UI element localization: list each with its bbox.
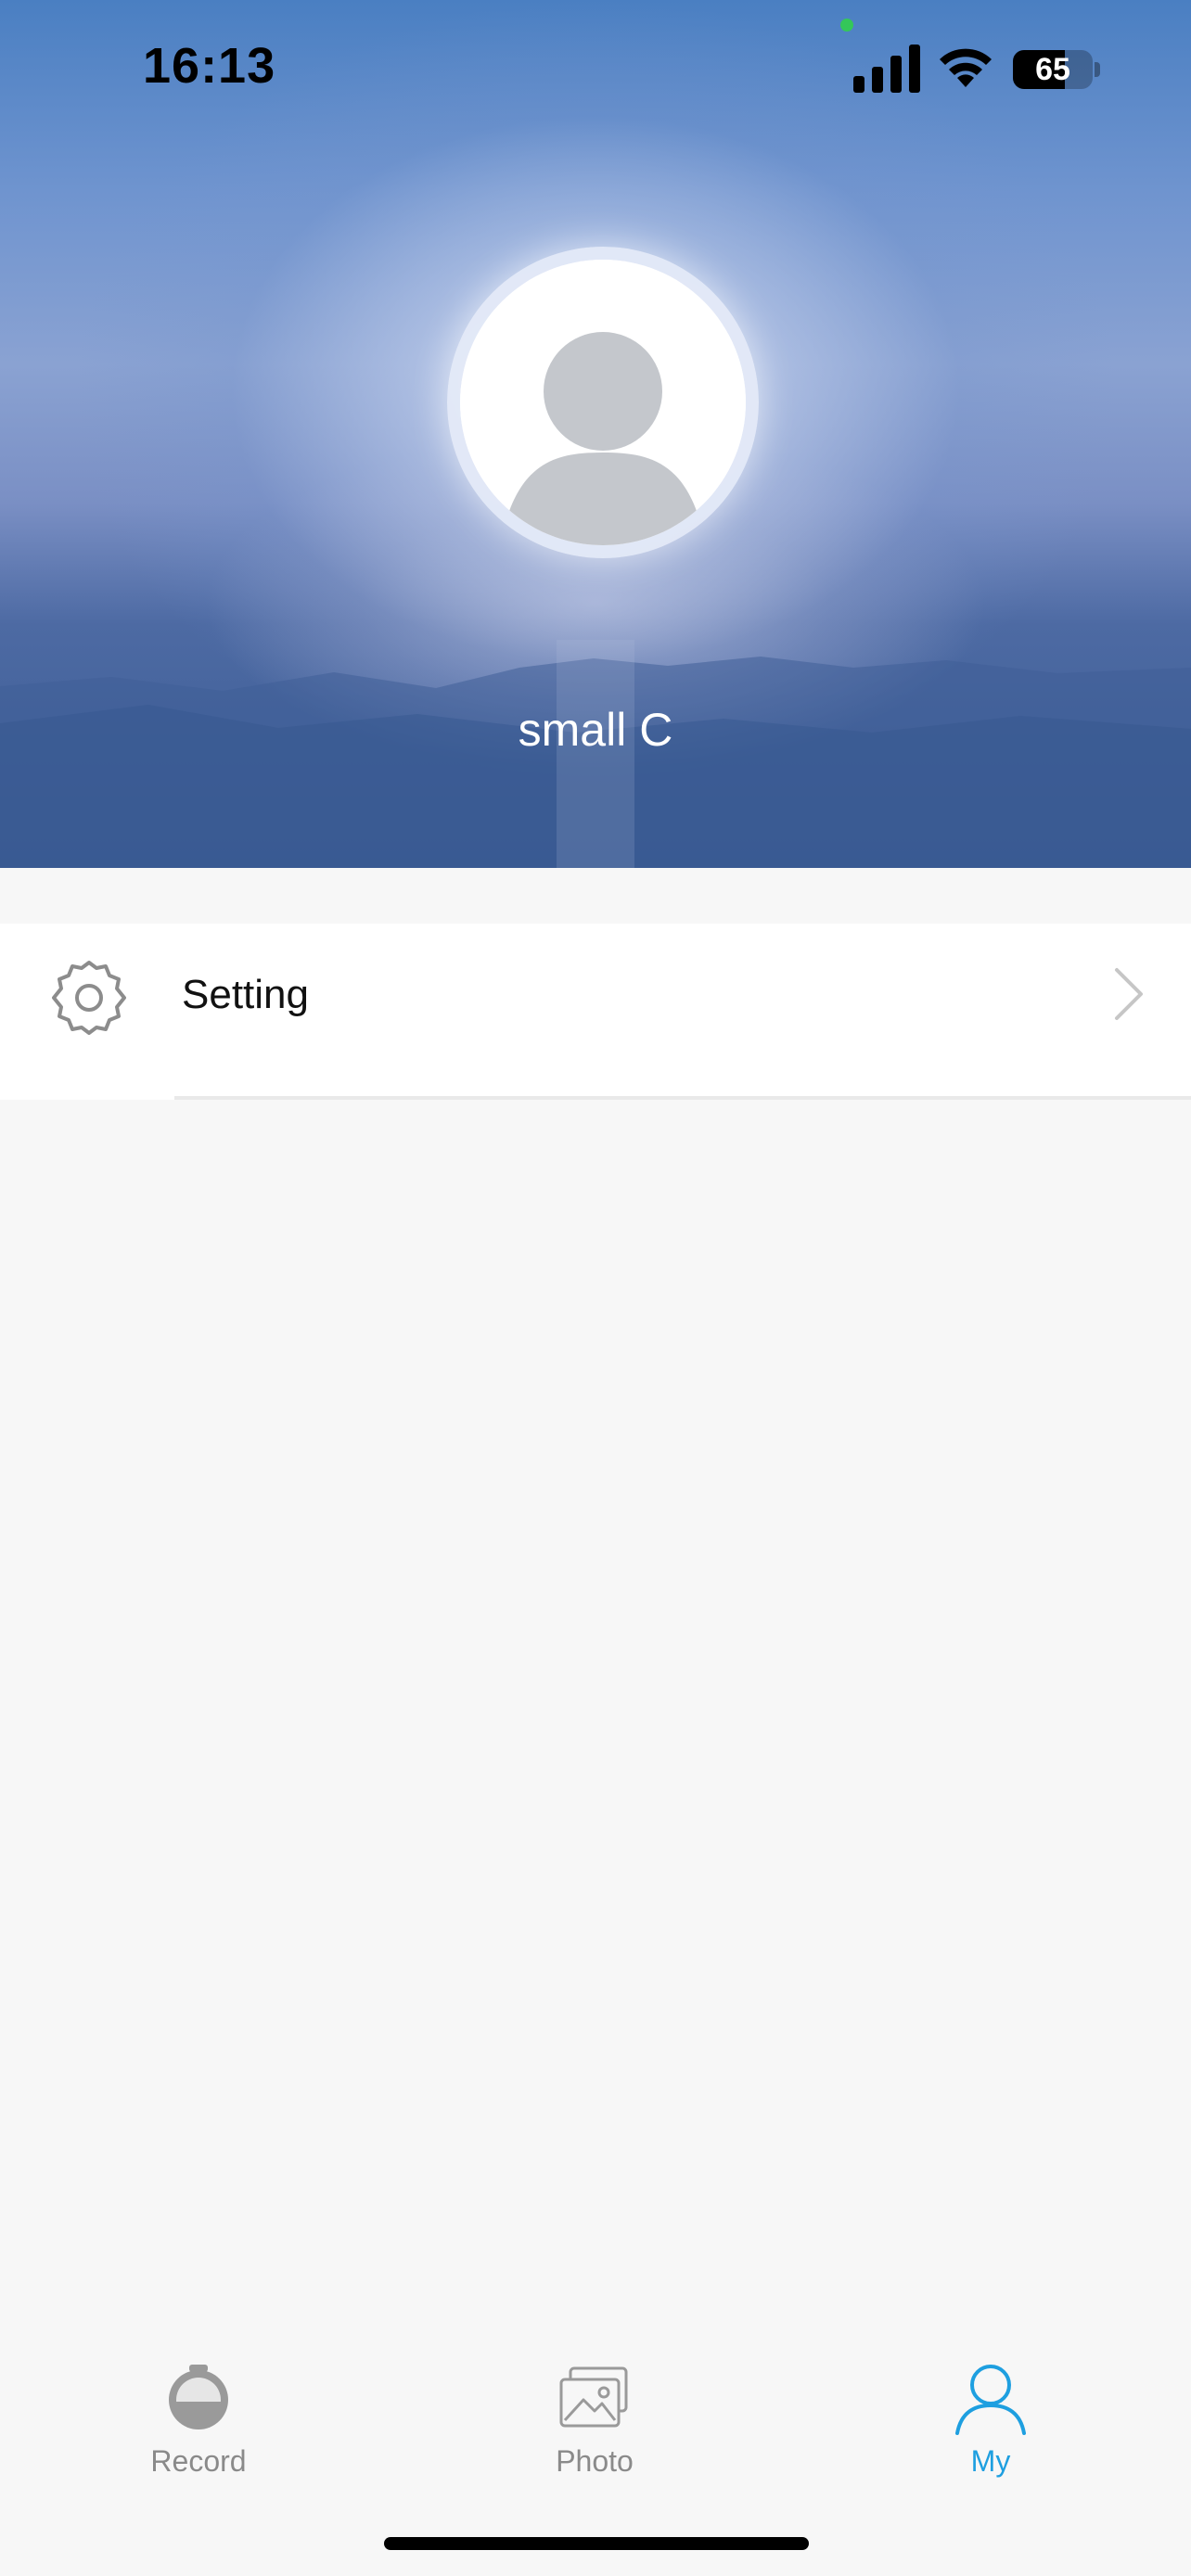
battery-level-text: 65	[1035, 51, 1070, 87]
avatar[interactable]	[460, 260, 746, 545]
record-icon	[169, 2365, 228, 2429]
profile-header-banner: 16:13 65 small C	[0, 0, 1191, 868]
profile-screen: 16:13 65 small C Setting Record Photo My	[0, 0, 1191, 2576]
status-time: 16:13	[143, 38, 276, 94]
cellular-signal-icon	[853, 45, 920, 93]
tab-my[interactable]: My	[879, 2318, 1102, 2485]
privacy-indicator-dot	[840, 19, 853, 32]
gear-icon	[52, 961, 126, 1035]
tab-photo[interactable]: Photo	[483, 2318, 706, 2485]
tab-photo-label: Photo	[556, 2444, 634, 2478]
photo-icon	[559, 2366, 628, 2428]
person-icon	[955, 2365, 1026, 2435]
default-user-avatar-icon	[460, 260, 746, 545]
wifi-icon	[940, 48, 992, 87]
chevron-right-icon	[1115, 968, 1143, 1020]
battery-cap	[1095, 62, 1100, 77]
menu-item-setting-label: Setting	[182, 972, 309, 1017]
bottom-tab-bar: Record Photo My	[0, 2318, 1191, 2504]
menu-item-setting[interactable]: Setting	[0, 924, 1191, 1100]
username: small C	[518, 704, 673, 756]
tab-record[interactable]: Record	[87, 2318, 310, 2485]
battery-indicator: 65	[1013, 50, 1093, 89]
row-divider	[174, 1096, 1191, 1100]
home-indicator[interactable]	[384, 2537, 809, 2550]
tab-my-label: My	[970, 2444, 1011, 2478]
tab-record-label: Record	[150, 2444, 247, 2478]
